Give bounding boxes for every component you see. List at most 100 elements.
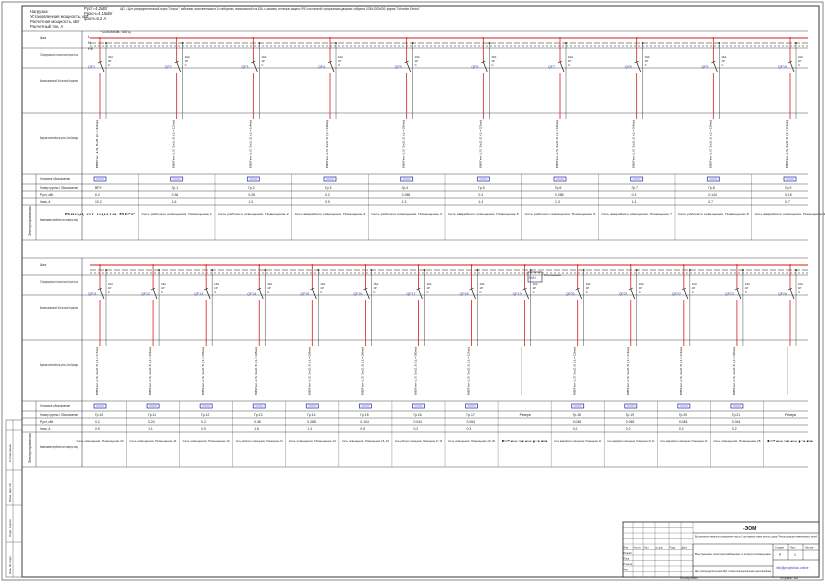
breaker-id: QF1: [88, 65, 95, 69]
breaker-contact: [176, 61, 181, 73]
neutral-tap: [488, 42, 491, 44]
breaker-id: QF7: [548, 65, 555, 69]
breaker-id: QF18: [460, 292, 469, 296]
phase-tap: [311, 264, 314, 266]
panel-section-upper: Шина В.Т.Е. Защитный дифференциальный вык…: [22, 30, 825, 241]
breaker-contact: [253, 61, 258, 73]
rated-current: 10.2: [95, 200, 102, 204]
installed-power: 0.24: [148, 420, 155, 424]
phase-tap: [736, 264, 738, 266]
breaker-contact: [311, 288, 317, 300]
breaker-id: QF13: [194, 292, 203, 296]
breaker-id: QF5: [395, 65, 402, 69]
neutral-tap: [529, 269, 532, 271]
breaker-curve: C: [533, 290, 535, 294]
consumer-name: Сеть аварийного освещения. Помещение 24: [660, 439, 707, 443]
row-label: Условное обозначение: [40, 177, 70, 181]
breaker-id: QF22: [672, 292, 681, 296]
breaker-curve: C: [108, 290, 110, 294]
breaker-curve: C: [586, 290, 588, 294]
rated-current: 1.3: [555, 200, 560, 204]
breaker-id: QF10: [778, 65, 787, 69]
footer-left: Копировал: [680, 576, 698, 580]
signature-column-header: Лист: [644, 547, 650, 550]
drawing-code: -ЭОМ: [743, 526, 756, 532]
row-label: В.Т.Е. Защитный дифференциальный выключа…: [40, 280, 78, 284]
signature-role: Разраб.: [624, 552, 633, 555]
row-label: Номер группы / Обозначение: [40, 186, 78, 190]
consumer-name: Сеть аварийного освещения. Помещение 9: [755, 212, 825, 216]
breaker-id: QF23: [725, 292, 734, 296]
cable-label: ВВГнг-LS 3х2.5 (L=23м): [148, 347, 152, 395]
phase-tap: [789, 264, 791, 266]
group-number: Резерв: [520, 413, 531, 417]
breaker-contact: [789, 61, 795, 73]
stage-header: Стадия: [775, 546, 784, 550]
cable-label: ВВГнг-LS 3х2.5 (L=20м): [732, 347, 736, 395]
header-value-3: Iрасч=6.2 А: [84, 16, 106, 21]
neutral-tap: [582, 269, 585, 271]
breaker-id: QF21: [619, 292, 628, 296]
cable-label: ВВГнг-LS 3х2.5 (L=22м): [478, 120, 482, 168]
rated-current: 1.3: [402, 200, 407, 204]
cable-label: ВВГнг-LS 3х2.5 (L=28м): [307, 347, 311, 395]
row-label: Iном, А: [40, 200, 51, 204]
neutral-tap: [423, 269, 426, 271]
breaker-id: QF17: [406, 292, 415, 296]
row-label: Руст, кВт: [40, 193, 54, 197]
installed-power: 0.048: [573, 420, 582, 424]
signature-column-header: Изм.: [624, 547, 629, 550]
rated-current: 0.2: [626, 427, 631, 431]
breaker-curve: C: [692, 290, 694, 294]
consumer-name: Сеть освещения. Помещение 15, 16: [342, 439, 389, 443]
phase-tap: [635, 37, 638, 39]
neutral-tap: [641, 42, 644, 44]
signature-role: Н.контр.: [624, 563, 634, 566]
breaker-contact: [99, 288, 105, 300]
consumer-name: Сеть аварийного освещения. Помещение 5: [448, 212, 519, 216]
phase-n-label: N: [88, 40, 91, 45]
cable-label: —: [785, 347, 789, 395]
breaker-contact: [329, 61, 335, 73]
cable-label: ВВГнг-LS 3х2.5 (L=25м): [201, 347, 205, 395]
group-number: Гр.13: [254, 413, 262, 417]
breaker-contact: [406, 61, 411, 73]
neutral-tap: [476, 269, 479, 271]
group-number: Гр.7: [632, 186, 638, 190]
footer-right: Формат А3: [780, 576, 798, 580]
group-number: Гр.15: [360, 413, 368, 417]
rated-current: 0.3: [467, 427, 472, 431]
rated-current: 1.4: [632, 200, 637, 204]
row-label: Выключатель автоматический. Ток Кол-во п…: [40, 79, 78, 83]
phase-tap: [99, 37, 101, 39]
rated-current: 0.2: [413, 427, 418, 431]
consumer-name: Сеть аварийного освещения. Помещение 3: [295, 212, 366, 216]
cable-label: ВВГнг-LS 3х2.5 (L=30м): [413, 347, 417, 395]
consumer-name: Сеть аварийного освещения. Помещение 7: [601, 212, 672, 216]
installed-power: 0.104: [360, 420, 369, 424]
consumer-name: Сеть освещения. Помещение 19, 20: [448, 439, 495, 443]
installed-power: 0.2: [325, 193, 330, 197]
installed-power: 0.28: [248, 193, 255, 197]
cable-label: ВВГнг-LS 3х2.5 (L=14м): [626, 347, 630, 395]
installed-power: 0.044: [732, 420, 741, 424]
group-number: Гр.1: [172, 186, 178, 190]
header-line-4: Расчетный ток, А: [30, 24, 64, 29]
signature-column-header: № док.: [656, 547, 664, 550]
phase-tap: [682, 264, 685, 266]
breaker-curve: C: [267, 290, 269, 294]
installed-power: 0.3: [632, 193, 637, 197]
breaker-contact: [559, 61, 565, 73]
phase-tap: [99, 264, 101, 266]
breaker-contact: [258, 288, 264, 300]
group-number: Гр.11: [148, 413, 156, 417]
sheet-value: 1: [794, 553, 796, 557]
breaker-curve: C: [320, 290, 322, 294]
row-label: Наименование потребителя и его номер по …: [40, 218, 78, 222]
neutral-tap: [335, 42, 337, 44]
breaker-contact: [205, 288, 211, 300]
neutral-tap: [258, 42, 261, 44]
consumer-name: Сеть рабочего освещения. Помещение 1: [141, 212, 212, 216]
header-description: ЩО – Щит распределительный серии "Открыт…: [120, 7, 421, 11]
installed-power: 0.36: [172, 193, 179, 197]
